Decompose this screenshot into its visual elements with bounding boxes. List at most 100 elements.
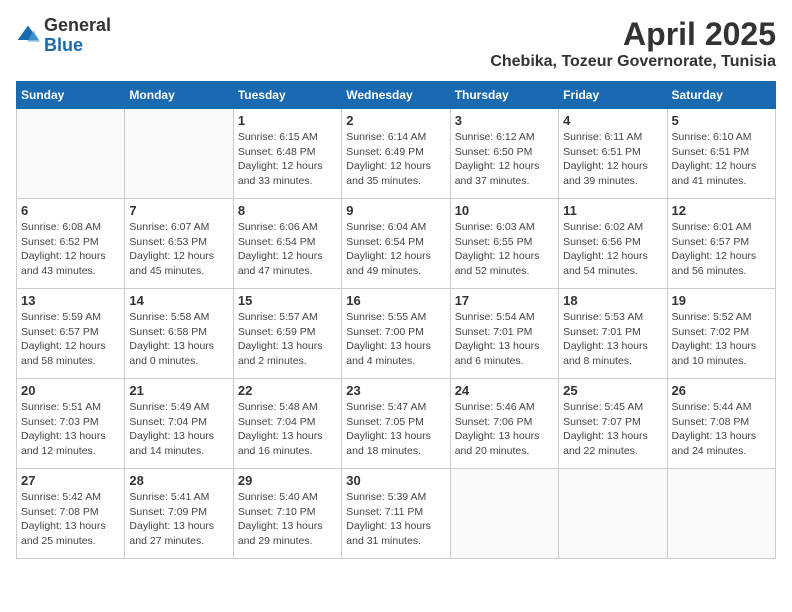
weekday-header-friday: Friday (559, 82, 667, 109)
day-info: Sunrise: 6:08 AM Sunset: 6:52 PM Dayligh… (21, 220, 120, 279)
calendar-cell: 25 Sunrise: 5:45 AM Sunset: 7:07 PM Dayli… (559, 379, 667, 469)
day-number: 9 (346, 203, 445, 218)
day-info: Sunrise: 5:59 AM Sunset: 6:57 PM Dayligh… (21, 310, 120, 369)
day-info: Sunrise: 5:47 AM Sunset: 7:05 PM Dayligh… (346, 400, 445, 459)
calendar-cell: 5Sunrise: 6:10 AM Sunset: 6:51 PM Daylig… (667, 109, 775, 199)
weekday-header-wednesday: Wednesday (342, 82, 450, 109)
month-title: April 2025 (490, 16, 776, 53)
day-info: Sunrise: 5:39 AM Sunset: 7:11 PM Dayligh… (346, 490, 445, 549)
day-info: Sunrise: 6:04 AM Sunset: 6:54 PM Dayligh… (346, 220, 445, 279)
week-row-2: 6 Sunrise: 6:08 AM Sunset: 6:52 PM Daylig… (17, 199, 776, 289)
day-info: Sunrise: 6:03 AM Sunset: 6:55 PM Dayligh… (455, 220, 554, 279)
calendar-cell: 29 Sunrise: 5:40 AM Sunset: 7:10 PM Dayli… (233, 469, 341, 559)
day-info: Sunrise: 5:45 AM Sunset: 7:07 PM Dayligh… (563, 400, 662, 459)
week-row-5: 27 Sunrise: 5:42 AM Sunset: 7:08 PM Dayli… (17, 469, 776, 559)
day-info: Sunrise: 6:01 AM Sunset: 6:57 PM Dayligh… (672, 220, 771, 279)
page-header: General Blue April 2025 Chebika, Tozeur … (16, 16, 776, 71)
weekday-header-tuesday: Tuesday (233, 82, 341, 109)
calendar-cell: 2 Sunrise: 6:14 AM Sunset: 6:49 PM Daylig… (342, 109, 450, 199)
day-number: 6 (21, 203, 120, 218)
day-number: 1 (238, 113, 337, 128)
calendar-cell: 26 Sunrise: 5:44 AM Sunset: 7:08 PM Dayli… (667, 379, 775, 469)
day-info: Sunrise: 5:58 AM Sunset: 6:58 PM Dayligh… (129, 310, 228, 369)
day-number: 21 (129, 383, 228, 398)
calendar-cell: 6 Sunrise: 6:08 AM Sunset: 6:52 PM Daylig… (17, 199, 125, 289)
day-info: Sunrise: 6:15 AM Sunset: 6:48 PM Dayligh… (238, 130, 337, 189)
logo-blue: Blue (44, 36, 111, 56)
calendar-cell (125, 109, 233, 199)
day-number: 19 (672, 293, 771, 308)
day-number: 11 (563, 203, 662, 218)
day-info: Sunrise: 5:49 AM Sunset: 7:04 PM Dayligh… (129, 400, 228, 459)
week-row-4: 20Sunrise: 5:51 AM Sunset: 7:03 PM Dayli… (17, 379, 776, 469)
day-number: 2 (346, 113, 445, 128)
day-number: 18 (563, 293, 662, 308)
calendar-cell: 16Sunrise: 5:55 AM Sunset: 7:00 PM Dayli… (342, 289, 450, 379)
day-info: Sunrise: 5:40 AM Sunset: 7:10 PM Dayligh… (238, 490, 337, 549)
day-number: 24 (455, 383, 554, 398)
day-number: 20 (21, 383, 120, 398)
day-info: Sunrise: 5:42 AM Sunset: 7:08 PM Dayligh… (21, 490, 120, 549)
day-info: Sunrise: 6:07 AM Sunset: 6:53 PM Dayligh… (129, 220, 228, 279)
day-number: 22 (238, 383, 337, 398)
calendar-cell: 1 Sunrise: 6:15 AM Sunset: 6:48 PM Daylig… (233, 109, 341, 199)
day-number: 27 (21, 473, 120, 488)
calendar-cell: 30 Sunrise: 5:39 AM Sunset: 7:11 PM Dayli… (342, 469, 450, 559)
week-row-1: 1 Sunrise: 6:15 AM Sunset: 6:48 PM Daylig… (17, 109, 776, 199)
logo-icon (16, 24, 40, 48)
day-number: 29 (238, 473, 337, 488)
calendar-cell: 23 Sunrise: 5:47 AM Sunset: 7:05 PM Dayli… (342, 379, 450, 469)
calendar-cell (17, 109, 125, 199)
week-row-3: 13Sunrise: 5:59 AM Sunset: 6:57 PM Dayli… (17, 289, 776, 379)
day-info: Sunrise: 5:44 AM Sunset: 7:08 PM Dayligh… (672, 400, 771, 459)
day-info: Sunrise: 6:14 AM Sunset: 6:49 PM Dayligh… (346, 130, 445, 189)
day-number: 10 (455, 203, 554, 218)
day-number: 8 (238, 203, 337, 218)
day-info: Sunrise: 5:55 AM Sunset: 7:00 PM Dayligh… (346, 310, 445, 369)
location-title: Chebika, Tozeur Governorate, Tunisia (490, 53, 776, 71)
calendar-cell: 10 Sunrise: 6:03 AM Sunset: 6:55 PM Dayli… (450, 199, 558, 289)
day-number: 12 (672, 203, 771, 218)
day-number: 26 (672, 383, 771, 398)
day-info: Sunrise: 5:46 AM Sunset: 7:06 PM Dayligh… (455, 400, 554, 459)
day-number: 30 (346, 473, 445, 488)
day-number: 14 (129, 293, 228, 308)
day-number: 4 (563, 113, 662, 128)
calendar-cell: 8Sunrise: 6:06 AM Sunset: 6:54 PM Daylig… (233, 199, 341, 289)
calendar-cell: 22Sunrise: 5:48 AM Sunset: 7:04 PM Dayli… (233, 379, 341, 469)
day-number: 5 (672, 113, 771, 128)
calendar-cell: 14 Sunrise: 5:58 AM Sunset: 6:58 PM Dayli… (125, 289, 233, 379)
day-number: 15 (238, 293, 337, 308)
weekday-header-saturday: Saturday (667, 82, 775, 109)
day-number: 25 (563, 383, 662, 398)
day-info: Sunrise: 5:54 AM Sunset: 7:01 PM Dayligh… (455, 310, 554, 369)
calendar-cell: 19 Sunrise: 5:52 AM Sunset: 7:02 PM Dayli… (667, 289, 775, 379)
logo: General Blue (16, 16, 111, 56)
day-number: 7 (129, 203, 228, 218)
weekday-header-monday: Monday (125, 82, 233, 109)
calendar-cell: 4 Sunrise: 6:11 AM Sunset: 6:51 PM Daylig… (559, 109, 667, 199)
calendar-cell (559, 469, 667, 559)
day-number: 17 (455, 293, 554, 308)
day-info: Sunrise: 6:11 AM Sunset: 6:51 PM Dayligh… (563, 130, 662, 189)
calendar-cell (667, 469, 775, 559)
calendar-cell: 28Sunrise: 5:41 AM Sunset: 7:09 PM Dayli… (125, 469, 233, 559)
calendar-cell: 27 Sunrise: 5:42 AM Sunset: 7:08 PM Dayli… (17, 469, 125, 559)
calendar-cell: 21 Sunrise: 5:49 AM Sunset: 7:04 PM Dayli… (125, 379, 233, 469)
calendar-table: SundayMondayTuesdayWednesdayThursdayFrid… (16, 81, 776, 559)
day-info: Sunrise: 5:53 AM Sunset: 7:01 PM Dayligh… (563, 310, 662, 369)
title-area: April 2025 Chebika, Tozeur Governorate, … (490, 16, 776, 71)
day-number: 23 (346, 383, 445, 398)
calendar-cell: 20Sunrise: 5:51 AM Sunset: 7:03 PM Dayli… (17, 379, 125, 469)
calendar-cell: 18 Sunrise: 5:53 AM Sunset: 7:01 PM Dayli… (559, 289, 667, 379)
calendar-cell: 13Sunrise: 5:59 AM Sunset: 6:57 PM Dayli… (17, 289, 125, 379)
calendar-cell: 12 Sunrise: 6:01 AM Sunset: 6:57 PM Dayli… (667, 199, 775, 289)
calendar-cell: 9 Sunrise: 6:04 AM Sunset: 6:54 PM Daylig… (342, 199, 450, 289)
calendar-cell: 7 Sunrise: 6:07 AM Sunset: 6:53 PM Daylig… (125, 199, 233, 289)
calendar-cell: 24 Sunrise: 5:46 AM Sunset: 7:06 PM Dayli… (450, 379, 558, 469)
calendar-cell: 11Sunrise: 6:02 AM Sunset: 6:56 PM Dayli… (559, 199, 667, 289)
calendar-cell: 17 Sunrise: 5:54 AM Sunset: 7:01 PM Dayli… (450, 289, 558, 379)
day-number: 3 (455, 113, 554, 128)
logo-general: General (44, 16, 111, 36)
day-info: Sunrise: 5:52 AM Sunset: 7:02 PM Dayligh… (672, 310, 771, 369)
